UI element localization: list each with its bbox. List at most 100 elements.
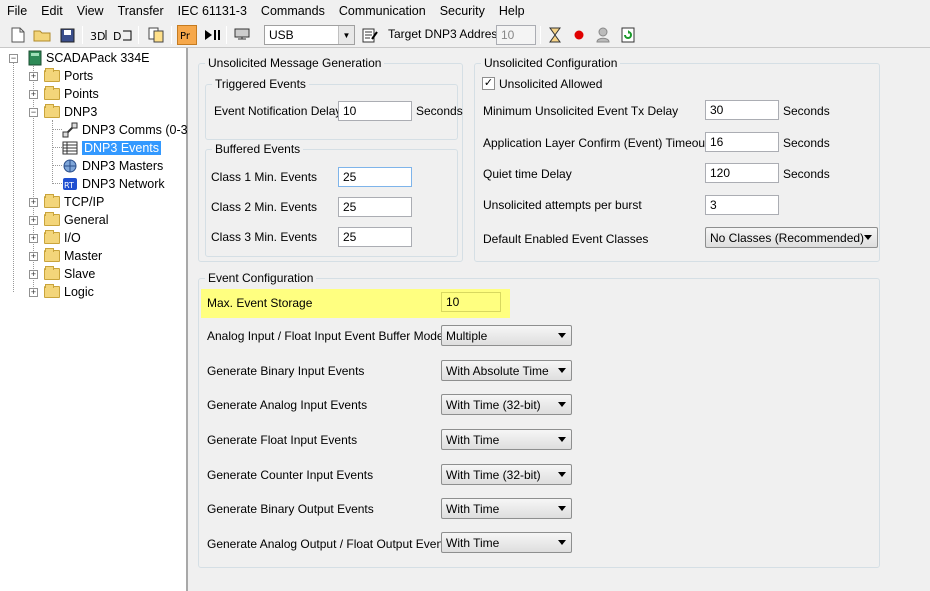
class2-min-events-input[interactable]: 25 bbox=[338, 197, 412, 217]
hourglass-icon[interactable] bbox=[545, 25, 565, 45]
tree-item-ports-label: Ports bbox=[64, 69, 94, 83]
open-folder-icon[interactable] bbox=[32, 25, 52, 45]
tree-item-dnp3-network[interactable]: RT DNP3 Network bbox=[62, 175, 165, 193]
float-input-events-value: With Time bbox=[446, 432, 500, 447]
group-title: Unsolicited Message Generation bbox=[205, 56, 385, 70]
min-tx-delay-label: Minimum Unsolicited Event Tx Delay bbox=[483, 104, 679, 118]
tree-item-general[interactable]: General bbox=[44, 211, 108, 229]
expand-io-icon[interactable]: + bbox=[29, 234, 38, 243]
ec-row-label: Generate Binary Output Events bbox=[207, 502, 374, 516]
menu-view[interactable]: View bbox=[70, 0, 111, 22]
toolbar: 3D D Pr USB ▼ Target DNP3 Address 10 bbox=[0, 22, 930, 48]
analog-input-events-value: With Time (32-bit) bbox=[446, 397, 541, 412]
default-event-classes-label: Default Enabled Event Classes bbox=[483, 232, 649, 246]
expand-general-icon[interactable]: + bbox=[29, 216, 38, 225]
confirm-timeout-unit: Seconds bbox=[783, 136, 830, 150]
tree-item-ports[interactable]: Ports bbox=[44, 67, 93, 85]
chevron-down-icon bbox=[558, 368, 566, 373]
tree-item-logic-label: Logic bbox=[64, 285, 94, 299]
expand-ports-icon[interactable]: + bbox=[29, 72, 38, 81]
expand-slave-icon[interactable]: + bbox=[29, 270, 38, 279]
tree-item-tcpip[interactable]: TCP/IP bbox=[44, 193, 104, 211]
tree-item-points[interactable]: Points bbox=[44, 85, 99, 103]
run-stop-icon[interactable] bbox=[202, 25, 222, 45]
copy-icon[interactable] bbox=[146, 25, 166, 45]
write-device-icon[interactable]: D bbox=[113, 25, 133, 45]
tree-item-root-label: SCADAPack 334E bbox=[46, 51, 150, 65]
chevron-down-icon bbox=[864, 235, 872, 240]
tree-item-dnp3[interactable]: DNP3 bbox=[44, 103, 97, 121]
connect-icon[interactable] bbox=[232, 25, 252, 45]
tree-item-dnp3-comms-label: DNP3 Comms (0-3 bbox=[82, 123, 188, 137]
folder-icon bbox=[44, 230, 60, 244]
expand-tcpip-icon[interactable]: + bbox=[29, 198, 38, 207]
class3-min-events-label: Class 3 Min. Events bbox=[211, 230, 318, 244]
expand-master-icon[interactable]: + bbox=[29, 252, 38, 261]
tree-item-root[interactable]: SCADAPack 334E bbox=[28, 49, 150, 67]
tree-item-io[interactable]: I/O bbox=[44, 229, 81, 247]
analog-output-events-select[interactable]: With Time bbox=[441, 532, 572, 553]
folder-icon bbox=[44, 212, 60, 226]
tree-item-dnp3-label: DNP3 bbox=[64, 105, 98, 119]
menu-edit[interactable]: Edit bbox=[34, 0, 70, 22]
default-event-classes-select[interactable]: No Classes (Recommended) bbox=[705, 227, 878, 248]
tree-item-slave[interactable]: Slave bbox=[44, 265, 95, 283]
read-device-icon[interactable]: 3D bbox=[90, 25, 110, 45]
analog-output-events-value: With Time bbox=[446, 535, 500, 550]
tree-item-general-label: General bbox=[64, 213, 109, 227]
new-file-icon[interactable] bbox=[8, 25, 28, 45]
menu-commands[interactable]: Commands bbox=[254, 0, 332, 22]
menu-security[interactable]: Security bbox=[433, 0, 492, 22]
tree-item-dnp3-comms[interactable]: DNP3 Comms (0-3 bbox=[62, 121, 188, 139]
attempts-per-burst-label: Unsolicited attempts per burst bbox=[483, 198, 642, 212]
class1-min-events-input[interactable]: 25 bbox=[338, 167, 412, 187]
expand-logic-icon[interactable]: + bbox=[29, 288, 38, 297]
program-mode-icon[interactable]: Pr bbox=[177, 25, 197, 45]
event-notification-delay-label: Event Notification Delay bbox=[214, 104, 342, 118]
edit-list-icon[interactable] bbox=[360, 25, 380, 45]
binary-input-events-select[interactable]: With Absolute Time bbox=[441, 360, 572, 381]
record-icon[interactable] bbox=[569, 25, 589, 45]
tree-item-master[interactable]: Master bbox=[44, 247, 102, 265]
confirm-timeout-input[interactable]: 16 bbox=[705, 132, 779, 152]
refresh-icon[interactable] bbox=[618, 25, 638, 45]
collapse-root-icon[interactable]: − bbox=[9, 54, 18, 63]
float-input-events-select[interactable]: With Time bbox=[441, 429, 572, 450]
max-event-storage-input[interactable]: 10 bbox=[441, 292, 501, 312]
menu-iec-61131-3[interactable]: IEC 61131-3 bbox=[171, 0, 254, 22]
folder-icon bbox=[44, 68, 60, 82]
collapse-dnp3-icon[interactable]: − bbox=[29, 108, 38, 117]
folder-icon bbox=[44, 248, 60, 262]
tree-item-io-label: I/O bbox=[64, 231, 81, 245]
unsolicited-allowed-checkbox[interactable]: ✓ bbox=[482, 77, 495, 90]
class3-min-events-input[interactable]: 25 bbox=[338, 227, 412, 247]
counter-input-events-select[interactable]: With Time (32-bit) bbox=[441, 464, 572, 485]
svg-text:Pr: Pr bbox=[180, 31, 191, 42]
chevron-down-icon bbox=[558, 540, 566, 545]
default-event-classes-value: No Classes (Recommended) bbox=[710, 230, 865, 245]
port-select[interactable]: USB ▼ bbox=[264, 25, 355, 45]
quiet-time-delay-input[interactable]: 120 bbox=[705, 163, 779, 183]
table-icon bbox=[62, 141, 78, 155]
tree-item-logic[interactable]: Logic bbox=[44, 283, 94, 301]
menu-transfer[interactable]: Transfer bbox=[111, 0, 171, 22]
save-icon[interactable] bbox=[57, 25, 77, 45]
min-tx-delay-input[interactable]: 30 bbox=[705, 100, 779, 120]
menu-help[interactable]: Help bbox=[492, 0, 532, 22]
user-icon[interactable] bbox=[593, 25, 613, 45]
attempts-per-burst-input[interactable]: 3 bbox=[705, 195, 779, 215]
buffer-mode-select[interactable]: Multiple bbox=[441, 325, 572, 346]
class2-min-events-label: Class 2 Min. Events bbox=[211, 200, 318, 214]
menu-communication[interactable]: Communication bbox=[332, 0, 433, 22]
analog-input-events-select[interactable]: With Time (32-bit) bbox=[441, 394, 572, 415]
expand-points-icon[interactable]: + bbox=[29, 90, 38, 99]
target-address-input[interactable]: 10 bbox=[496, 25, 536, 45]
event-notification-delay-input[interactable]: 10 bbox=[338, 101, 412, 121]
menu-file[interactable]: File bbox=[0, 0, 34, 22]
tree-item-dnp3-events[interactable]: DNP3 Events bbox=[62, 139, 162, 157]
group-title: Triggered Events bbox=[212, 77, 309, 91]
tree-item-dnp3-masters[interactable]: DNP3 Masters bbox=[62, 157, 163, 175]
binary-output-events-select[interactable]: With Time bbox=[441, 498, 572, 519]
buffer-mode-value: Multiple bbox=[446, 328, 488, 343]
folder-icon bbox=[44, 194, 60, 208]
